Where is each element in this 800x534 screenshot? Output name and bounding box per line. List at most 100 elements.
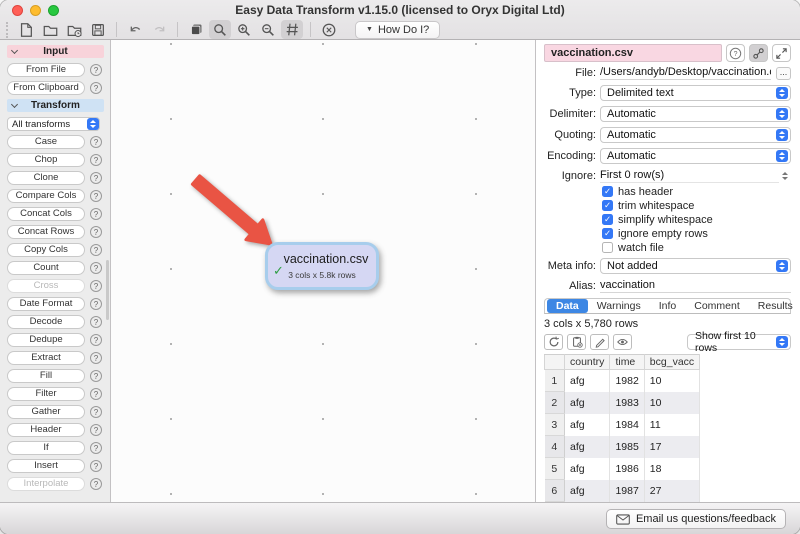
- table-cell[interactable]: 1982: [610, 370, 644, 392]
- help-icon[interactable]: ?: [90, 442, 102, 454]
- table-cell[interactable]: 10: [644, 392, 699, 414]
- checkbox-trim-whitespace[interactable]: ✓: [602, 200, 613, 211]
- transform-button-header[interactable]: Header: [7, 423, 85, 437]
- row-number-header[interactable]: [545, 355, 565, 370]
- help-icon[interactable]: ?: [90, 172, 102, 184]
- table-cell[interactable]: 10: [644, 370, 699, 392]
- zoom-in-icon[interactable]: [233, 20, 255, 39]
- column-header-bcg_vacc[interactable]: bcg_vacc: [644, 355, 699, 370]
- table-cell[interactable]: 1983: [610, 392, 644, 414]
- help-icon[interactable]: ?: [90, 388, 102, 400]
- transform-button-compare-cols[interactable]: Compare Cols: [7, 189, 85, 203]
- table-cell[interactable]: afg: [565, 480, 610, 502]
- edit-icon[interactable]: [590, 334, 609, 350]
- undo-icon[interactable]: [124, 20, 146, 39]
- open-recent-icon[interactable]: [63, 20, 85, 39]
- tab-results[interactable]: Results: [749, 299, 799, 313]
- input-button-from-clipboard[interactable]: From Clipboard: [7, 81, 85, 95]
- input-button-from-file[interactable]: From File: [7, 63, 85, 77]
- transform-button-dedupe[interactable]: Dedupe: [7, 333, 85, 347]
- sidebar-scrollbar[interactable]: [106, 260, 109, 320]
- checkbox-watch-file[interactable]: [602, 242, 613, 253]
- browse-file-button[interactable]: ...: [776, 67, 791, 80]
- table-cell[interactable]: 11: [644, 414, 699, 436]
- transform-button-fill[interactable]: Fill: [7, 369, 85, 383]
- copy-table-icon[interactable]: [567, 334, 586, 350]
- tab-data[interactable]: Data: [547, 299, 588, 313]
- delimiter-dropdown[interactable]: Automatic: [600, 106, 791, 122]
- help-icon[interactable]: ?: [90, 64, 102, 76]
- help-icon[interactable]: ?: [90, 352, 102, 364]
- ignore-stepper-icon[interactable]: [779, 170, 791, 182]
- how-do-i-button[interactable]: ▼ How Do I?: [355, 21, 440, 39]
- help-icon[interactable]: ?: [90, 298, 102, 310]
- table-cell[interactable]: afg: [565, 370, 610, 392]
- help-icon[interactable]: ?: [90, 154, 102, 166]
- help-icon[interactable]: ?: [726, 44, 745, 62]
- transform-button-extract[interactable]: Extract: [7, 351, 85, 365]
- table-cell[interactable]: afg: [565, 392, 610, 414]
- help-icon[interactable]: ?: [90, 280, 102, 292]
- help-icon[interactable]: ?: [90, 226, 102, 238]
- transform-button-if[interactable]: If: [7, 441, 85, 455]
- email-feedback-button[interactable]: Email us questions/feedback: [606, 509, 786, 529]
- transform-button-count[interactable]: Count: [7, 261, 85, 275]
- sidebar-section-transform[interactable]: Transform: [7, 99, 104, 112]
- open-file-icon[interactable]: [39, 20, 61, 39]
- show-rows-dropdown[interactable]: Show first 10 rows: [687, 334, 791, 350]
- zoom-out-icon[interactable]: [257, 20, 279, 39]
- transform-button-insert[interactable]: Insert: [7, 459, 85, 473]
- help-icon[interactable]: ?: [90, 208, 102, 220]
- help-icon[interactable]: ?: [90, 370, 102, 382]
- new-file-icon[interactable]: [15, 20, 37, 39]
- toggle-grid-icon[interactable]: [281, 20, 303, 39]
- checkbox-ignore-empty-rows[interactable]: ✓: [602, 228, 613, 239]
- transform-filter-dropdown[interactable]: All transforms: [7, 117, 100, 131]
- ignore-rows-field[interactable]: First 0 row(s): [600, 169, 779, 183]
- column-header-country[interactable]: country: [565, 355, 610, 370]
- table-cell[interactable]: 17: [644, 436, 699, 458]
- help-icon[interactable]: ?: [90, 244, 102, 256]
- table-cell[interactable]: 1985: [610, 436, 644, 458]
- table-cell[interactable]: afg: [565, 436, 610, 458]
- expand-icon[interactable]: [772, 44, 791, 62]
- help-icon[interactable]: ?: [90, 136, 102, 148]
- row-number-cell[interactable]: 1: [545, 370, 565, 392]
- refresh-icon[interactable]: [544, 334, 563, 350]
- tab-warnings[interactable]: Warnings: [588, 299, 650, 313]
- help-icon[interactable]: ?: [90, 82, 102, 94]
- transform-button-chop[interactable]: Chop: [7, 153, 85, 167]
- help-icon[interactable]: ?: [90, 478, 102, 490]
- table-cell[interactable]: 1984: [610, 414, 644, 436]
- encoding-dropdown[interactable]: Automatic: [600, 148, 791, 164]
- table-cell[interactable]: 18: [644, 458, 699, 480]
- node-name-field[interactable]: vaccination.csv: [544, 44, 722, 62]
- transform-button-concat-rows[interactable]: Concat Rows: [7, 225, 85, 239]
- help-icon[interactable]: ?: [90, 334, 102, 346]
- redo-icon[interactable]: [148, 20, 170, 39]
- table-cell[interactable]: 1987: [610, 480, 644, 502]
- help-icon[interactable]: ?: [90, 424, 102, 436]
- transform-button-concat-cols[interactable]: Concat Cols: [7, 207, 85, 221]
- tab-info[interactable]: Info: [650, 299, 686, 313]
- connections-icon[interactable]: [749, 44, 768, 62]
- table-cell[interactable]: afg: [565, 414, 610, 436]
- type-dropdown[interactable]: Delimited text: [600, 85, 791, 101]
- duplicate-icon[interactable]: [185, 20, 207, 39]
- row-number-cell[interactable]: 3: [545, 414, 565, 436]
- dataset-node-vaccination[interactable]: ✓ vaccination.csv 3 cols x 5.8k rows: [265, 242, 379, 290]
- tab-comment[interactable]: Comment: [685, 299, 749, 313]
- row-number-cell[interactable]: 6: [545, 480, 565, 502]
- table-cell[interactable]: afg: [565, 458, 610, 480]
- table-cell[interactable]: 27: [644, 480, 699, 502]
- help-icon[interactable]: ?: [90, 190, 102, 202]
- transform-button-copy-cols[interactable]: Copy Cols: [7, 243, 85, 257]
- alias-field[interactable]: vaccination: [600, 279, 791, 293]
- save-icon[interactable]: [87, 20, 109, 39]
- transform-button-date-format[interactable]: Date Format: [7, 297, 85, 311]
- preview-eye-icon[interactable]: [613, 334, 632, 350]
- checkbox-has-header[interactable]: ✓: [602, 186, 613, 197]
- transform-button-clone[interactable]: Clone: [7, 171, 85, 185]
- transform-button-filter[interactable]: Filter: [7, 387, 85, 401]
- row-number-cell[interactable]: 2: [545, 392, 565, 414]
